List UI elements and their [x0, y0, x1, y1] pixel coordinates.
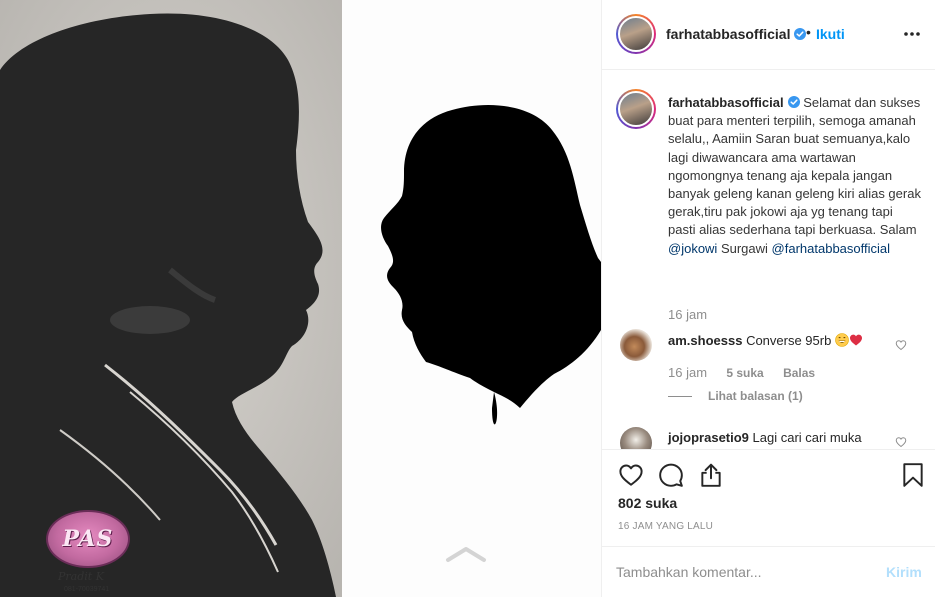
post-header: farhatabbasofficial • Ikuti — [602, 0, 935, 70]
header-separator: • — [806, 24, 811, 40]
red-heart-emoji — [849, 334, 862, 346]
commenter-username[interactable]: jojoprasetio9 — [668, 430, 749, 445]
post-media[interactable]: PAS Pradit K 081-70039741 — [0, 0, 601, 597]
commenter-avatar[interactable] — [620, 329, 652, 361]
caption-body: Selamat dan sukses buat para menteri ter… — [668, 95, 921, 238]
comment-meta: 16 jam 5 suka Balas — [668, 365, 815, 380]
likes-count[interactable]: 802 suka — [618, 495, 677, 511]
bookmark-icon[interactable] — [900, 462, 926, 488]
comment-text: am.shoesss Converse 95rb — [668, 332, 863, 350]
silhouette-photo: PAS Pradit K 081-70039741 — [0, 0, 342, 597]
author-username[interactable]: farhatabbasofficial — [666, 26, 807, 42]
sticker-logo-text: PAS — [62, 526, 114, 552]
photographer-sticker: PAS Pradit K 081-70039741 — [40, 504, 136, 596]
sticker-phone: 081-70039741 — [64, 586, 110, 593]
grinning-face-emoji — [835, 333, 849, 347]
post-actions: 802 suka 16 JAM YANG LALU — [602, 449, 935, 546]
caption-author-username[interactable]: farhatabbasofficial — [668, 95, 800, 110]
commenter-avatar[interactable] — [620, 427, 652, 449]
heart-icon[interactable] — [618, 462, 644, 488]
silhouette-profile — [381, 104, 601, 425]
commenter-username[interactable]: am.shoesss — [668, 333, 742, 348]
view-replies-button[interactable]: Lihat balasan (1) — [668, 389, 803, 403]
comment-likes[interactable]: 5 suka — [726, 366, 763, 380]
comment-text: jojoprasetio9 Lagi cari cari muka — [668, 429, 862, 447]
caption-body-tail: Surgawi — [720, 240, 768, 256]
post-sidebar: farhatabbasofficial • Ikuti farhatabbaso… — [601, 0, 935, 597]
caption-text: farhatabbasofficial Selamat dan sukses b… — [668, 94, 922, 258]
add-comment-bar: Kirim — [602, 546, 935, 597]
follow-button[interactable]: Ikuti — [816, 26, 845, 42]
replies-divider — [668, 396, 692, 398]
more-options-icon[interactable] — [902, 24, 922, 44]
mention-link[interactable]: @jokowi — [668, 241, 717, 256]
comment-timestamp[interactable]: 16 jam — [668, 365, 707, 380]
comment-body: Lagi cari cari muka — [752, 430, 862, 445]
like-comment-icon[interactable] — [895, 436, 907, 448]
like-comment-icon[interactable] — [895, 339, 907, 351]
author-avatar[interactable] — [616, 14, 656, 54]
comment-body: Converse 95rb — [746, 333, 832, 348]
send-comment-button[interactable]: Kirim — [886, 564, 922, 580]
comments-list[interactable]: farhatabbasofficial Selamat dan sukses b… — [602, 71, 935, 449]
post-timestamp[interactable]: 16 JAM YANG LALU — [618, 521, 713, 532]
comment-input[interactable] — [616, 561, 866, 583]
verified-badge-icon — [794, 28, 807, 40]
reply-button[interactable]: Balas — [783, 366, 815, 380]
share-icon[interactable] — [698, 462, 724, 488]
mention-link[interactable]: @farhatabbasofficial — [772, 241, 890, 256]
verified-badge-icon — [787, 96, 800, 108]
chevron-up-icon[interactable] — [444, 544, 488, 564]
silhouette-drawing — [342, 0, 601, 597]
view-replies-label: Lihat balasan (1) — [708, 389, 803, 403]
caption-author-avatar[interactable] — [616, 89, 656, 129]
caption-timestamp[interactable]: 16 jam — [668, 307, 707, 322]
sticker-signature: Pradit K — [58, 570, 104, 583]
comment-icon[interactable] — [658, 462, 684, 488]
